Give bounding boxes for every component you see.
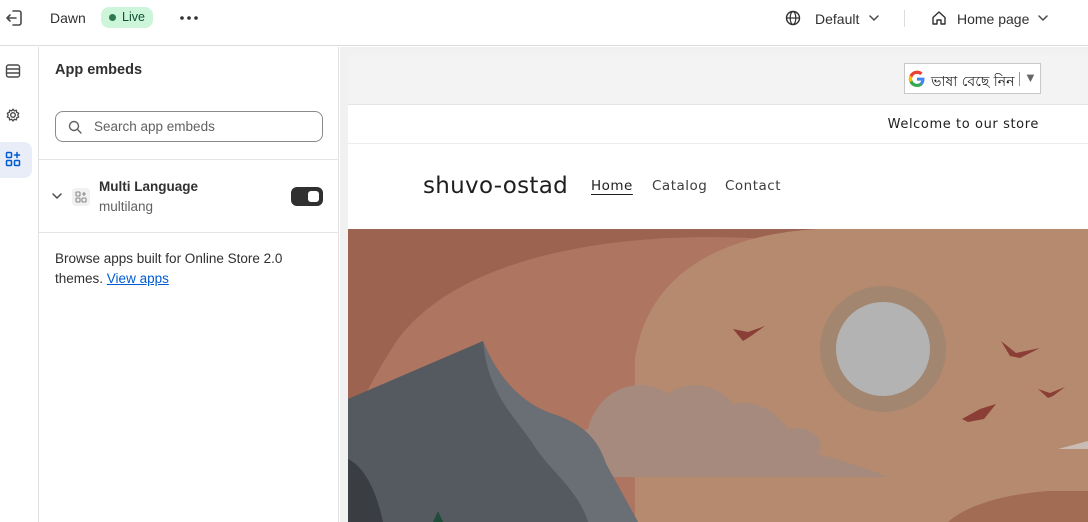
page-selector[interactable]: Home page	[957, 11, 1029, 27]
language-selector-divider	[1019, 72, 1020, 86]
theme-name: Dawn	[50, 10, 86, 26]
browse-apps-text: Browse apps built for Online Store 2.0 t…	[55, 249, 315, 289]
hero-illustration	[348, 229, 1088, 522]
app-embed-name: Multi Language	[99, 179, 198, 194]
live-badge-label: Live	[122, 10, 145, 24]
app-block-icon	[72, 188, 90, 206]
topbar-divider	[904, 10, 905, 27]
live-dot-icon	[109, 14, 116, 21]
announcement-bar: Welcome to our store	[348, 106, 1088, 144]
nav-link-home[interactable]: Home	[591, 178, 633, 194]
translate-bar: ভাষা বেছে নিন ▼	[348, 55, 1088, 105]
gear-icon	[6, 108, 20, 122]
toggle-knob	[308, 191, 319, 202]
sections-icon	[5, 64, 21, 78]
google-logo-icon	[908, 70, 925, 87]
nav-link-catalog[interactable]: Catalog	[652, 178, 707, 194]
app-embeds-panel: App embeds Multi Language multilang Brow…	[39, 47, 339, 522]
app-embed-app: multilang	[99, 199, 154, 214]
exit-icon[interactable]	[4, 9, 24, 27]
search-input[interactable]	[94, 112, 316, 141]
search-icon	[68, 120, 82, 134]
dropdown-arrow-icon[interactable]: ▼	[1024, 70, 1037, 85]
chevron-down-icon[interactable]	[869, 14, 879, 22]
app-embed-row[interactable]: Multi Language multilang	[39, 160, 339, 232]
home-icon[interactable]	[931, 10, 947, 26]
chevron-down-icon[interactable]	[1038, 14, 1048, 22]
app-embed-toggle[interactable]	[291, 187, 323, 206]
panel-title: App embeds	[55, 62, 143, 78]
sidebar-item-theme-settings[interactable]	[0, 98, 32, 134]
store-logo[interactable]: shuvo-ostad	[423, 173, 568, 199]
sidebar-item-app-embeds[interactable]	[0, 142, 32, 178]
language-selector-label: ভাষা বেছে নিন	[931, 74, 1015, 90]
view-selector[interactable]: Default	[815, 11, 859, 27]
view-apps-link[interactable]: View apps	[107, 271, 169, 286]
divider	[39, 232, 339, 233]
apps-icon	[5, 151, 21, 167]
storefront-preview: ভাষা বেছে নিন ▼ Welcome to our store shu…	[348, 55, 1088, 522]
globe-icon[interactable]	[785, 10, 801, 26]
language-selector[interactable]: ভাষা বেছে নিন ▼	[904, 63, 1041, 94]
nav-link-contact[interactable]: Contact	[725, 178, 781, 194]
editor-topbar: Dawn Live Default Home page	[0, 0, 1088, 46]
editor-sidebar	[0, 47, 39, 522]
chevron-down-icon[interactable]	[52, 192, 62, 200]
sidebar-item-sections[interactable]	[0, 54, 32, 90]
more-actions-icon[interactable]	[180, 16, 198, 20]
hero-banner	[348, 229, 1088, 522]
live-status-badge: Live	[101, 7, 153, 28]
announcement-text: Welcome to our store	[887, 117, 1039, 132]
store-header: shuvo-ostad Home Catalog Contact	[348, 145, 1088, 229]
search-field[interactable]	[55, 111, 323, 142]
